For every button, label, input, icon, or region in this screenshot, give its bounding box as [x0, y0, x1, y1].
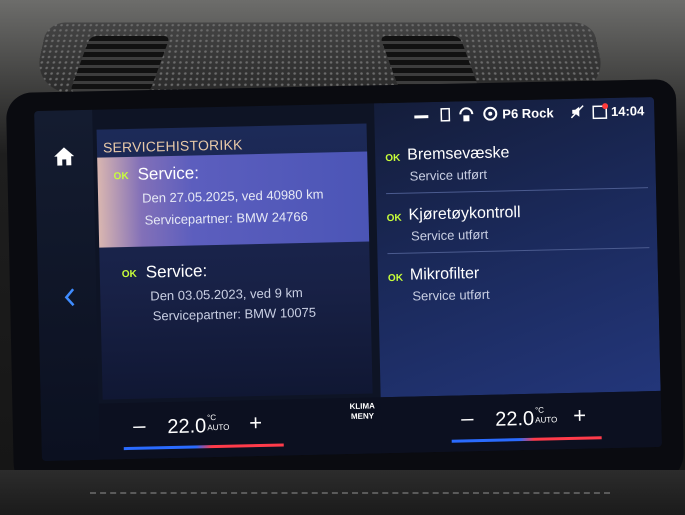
radio-icon [482, 106, 498, 124]
sim-icon [440, 107, 451, 125]
temp-increase-button[interactable]: + [573, 403, 586, 429]
service-detail-item[interactable]: OK Bremsevæske Service utført [385, 133, 648, 195]
service-detail-item[interactable]: OK Mikrofilter Service utført [388, 253, 651, 315]
temp-mode: AUTO [207, 422, 230, 433]
service-partner-line: Servicepartner: BMW 24766 [144, 208, 309, 228]
service-detail-status: Service utført [409, 166, 488, 184]
temp-slider[interactable] [451, 436, 602, 443]
ok-badge: OK [121, 268, 137, 281]
service-detail-title: Bremsevæske [407, 144, 510, 164]
climate-menu-label-1: KLIMA [349, 401, 375, 411]
service-detail-title: Mikrofilter [409, 265, 480, 284]
service-detail-title: Kjøretøykontroll [408, 204, 521, 224]
service-history-item-selected[interactable]: OK Service: Den 27.05.2025, ved 40980 km… [97, 151, 370, 248]
service-date-line: Den 27.05.2025, ved 40980 km [141, 186, 324, 206]
ok-badge: OK [387, 272, 404, 285]
temp-slider[interactable] [123, 443, 284, 451]
service-partner-line: Servicepartner: BMW 10075 [152, 304, 317, 324]
temp-value: 22.0 [494, 407, 535, 431]
ok-badge: OK [113, 170, 129, 183]
ok-badge: OK [386, 212, 402, 225]
climate-bar-driver: – 22.0 °C AUTO + KLIMA MENY [98, 397, 382, 460]
temp-decrease-button[interactable]: – [461, 405, 474, 431]
mute-icon [570, 105, 584, 122]
service-history-item[interactable]: OK Service: Den 03.05.2023, ved 9 km Ser… [99, 254, 371, 370]
temp-value: 22.0 [167, 415, 207, 439]
idrive-screen: SERVICEHISTORIKK OK Service: Den 27.05.2… [34, 97, 662, 461]
temp-increase-button[interactable]: + [249, 410, 262, 436]
radio-station-name: P6 Rock [502, 105, 554, 122]
sidebar [34, 109, 101, 461]
temp-unit: °C [207, 413, 217, 423]
home-icon[interactable] [53, 146, 75, 166]
service-detail-item[interactable]: OK Kjøretøykontroll Service utført [386, 193, 649, 255]
climate-menu-button[interactable]: KLIMA MENY [349, 401, 375, 422]
service-item-title: Service: [145, 261, 208, 282]
service-date-line: Den 03.05.2023, ved 9 km [150, 285, 303, 304]
service-item-title: Service: [137, 163, 200, 184]
service-detail-status: Service utført [410, 226, 489, 244]
minimize-bar-icon [414, 115, 429, 119]
connectivity-icon [458, 106, 474, 125]
back-chevron-icon[interactable] [62, 286, 76, 308]
ok-badge: OK [385, 152, 401, 165]
temp-mode: AUTO [535, 415, 558, 425]
temp-decrease-button[interactable]: – [133, 413, 146, 439]
service-detail-status: Service utført [412, 286, 490, 304]
temp-unit: °C [534, 405, 545, 415]
panel-title: SERVICEHISTORIKK [102, 136, 243, 156]
notification-icon[interactable] [592, 103, 609, 122]
leather-stitching [90, 492, 610, 494]
climate-menu-label-2: MENY [350, 411, 375, 421]
clock: 14:04 [610, 103, 645, 119]
climate-bar-passenger: – 22.0 °C AUTO + [380, 390, 662, 454]
